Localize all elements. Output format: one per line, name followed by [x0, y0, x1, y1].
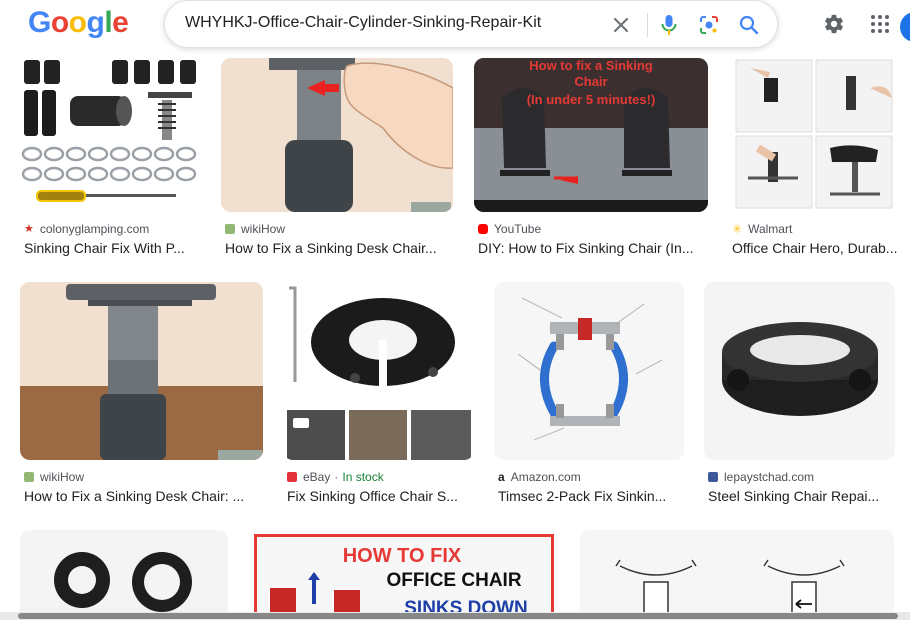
result-title[interactable]: Office Chair Hero, Durab...: [732, 240, 910, 256]
result-source[interactable]: wikiHow: [225, 222, 285, 236]
thumb-caption: OFFICE CHAIR: [386, 570, 521, 591]
thumb-caption: How to fix a Sinking: [529, 58, 653, 73]
result-image[interactable]: [20, 282, 263, 460]
scrollbar-thumb[interactable]: [18, 613, 898, 619]
source-name: YouTube: [494, 222, 542, 236]
wikihow-favicon-icon: [225, 224, 235, 234]
result-image[interactable]: [580, 530, 894, 620]
wikihow-favicon-icon: [24, 472, 34, 482]
result-image[interactable]: [283, 282, 474, 460]
result-title[interactable]: How to Fix a Sinking Desk Chair...: [225, 240, 451, 256]
ebay-favicon-icon: [287, 472, 297, 482]
result-title[interactable]: How to Fix a Sinking Desk Chair: ...: [24, 488, 262, 504]
header: Google WHYHKJ-Office-Chair-Cylinder-Sink…: [0, 0, 910, 58]
horizontal-scrollbar[interactable]: [0, 612, 910, 620]
logo-letter: G: [28, 6, 51, 39]
result-image[interactable]: HOW TO FIX OFFICE CHAIR SINKS DOWN: [254, 534, 554, 620]
logo-letter: e: [112, 6, 129, 39]
separator-dot: ·: [334, 470, 339, 484]
result-image[interactable]: How to fix a Sinking Chair (In under 5 m…: [474, 58, 708, 212]
source-name: wikiHow: [40, 470, 85, 484]
result-source[interactable]: ★ colonyglamping.com: [24, 222, 149, 236]
thumb-caption: Chair: [574, 74, 607, 89]
result-source[interactable]: eBay · In stock: [287, 470, 384, 484]
result-title[interactable]: Timsec 2-Pack Fix Sinkin...: [498, 488, 684, 504]
result-image[interactable]: [20, 58, 202, 212]
star-icon: ★: [24, 223, 34, 235]
result-title[interactable]: Sinking Chair Fix With P...: [24, 240, 202, 256]
source-name: eBay: [303, 470, 331, 484]
logo-letter: g: [86, 6, 105, 39]
clear-icon[interactable]: [609, 13, 633, 37]
avatar[interactable]: [900, 12, 910, 42]
google-logo[interactable]: Google: [28, 6, 129, 40]
source-name: lepaystchad.com: [724, 470, 815, 484]
amazon-favicon-icon: a: [498, 470, 505, 484]
youtube-favicon-icon: [478, 224, 488, 234]
apps-grid-icon[interactable]: [868, 12, 892, 36]
settings-gear-icon[interactable]: [822, 12, 846, 36]
result-source[interactable]: YouTube: [478, 222, 541, 236]
lens-camera-icon[interactable]: [697, 13, 721, 37]
result-image[interactable]: [704, 282, 895, 460]
result-source[interactable]: ✳ Walmart: [732, 222, 792, 236]
thumb-caption: (In under 5 minutes!): [527, 92, 656, 107]
source-name: Amazon.com: [510, 470, 581, 484]
site-favicon-icon: [708, 472, 718, 482]
result-image[interactable]: [494, 282, 684, 460]
result-title[interactable]: Steel Sinking Chair Repai...: [708, 488, 894, 504]
result-image[interactable]: [20, 530, 228, 620]
result-source[interactable]: wikiHow: [24, 470, 84, 484]
search-icon[interactable]: [737, 13, 761, 37]
logo-letter: o: [68, 6, 87, 39]
result-title[interactable]: Fix Sinking Office Chair S...: [287, 488, 473, 504]
search-divider: [647, 13, 648, 37]
result-title[interactable]: DIY: How to Fix Sinking Chair (In...: [478, 240, 706, 256]
result-image[interactable]: [728, 58, 910, 212]
logo-letter: l: [104, 6, 113, 39]
search-box[interactable]: WHYHKJ-Office-Chair-Cylinder-Sinking-Rep…: [164, 0, 778, 48]
result-source[interactable]: a Amazon.com: [498, 470, 581, 484]
result-source[interactable]: lepaystchad.com: [708, 470, 814, 484]
search-input[interactable]: WHYHKJ-Office-Chair-Cylinder-Sinking-Rep…: [185, 14, 541, 32]
source-name: Walmart: [748, 222, 793, 236]
microphone-icon[interactable]: [657, 13, 681, 37]
stock-status: In stock: [342, 470, 384, 484]
result-image[interactable]: [221, 58, 453, 212]
logo-letter: o: [50, 6, 69, 39]
source-name: wikiHow: [241, 222, 286, 236]
source-name: colonyglamping.com: [39, 222, 150, 236]
thumb-caption: HOW TO FIX: [343, 545, 462, 567]
walmart-spark-icon: ✳: [732, 222, 743, 236]
